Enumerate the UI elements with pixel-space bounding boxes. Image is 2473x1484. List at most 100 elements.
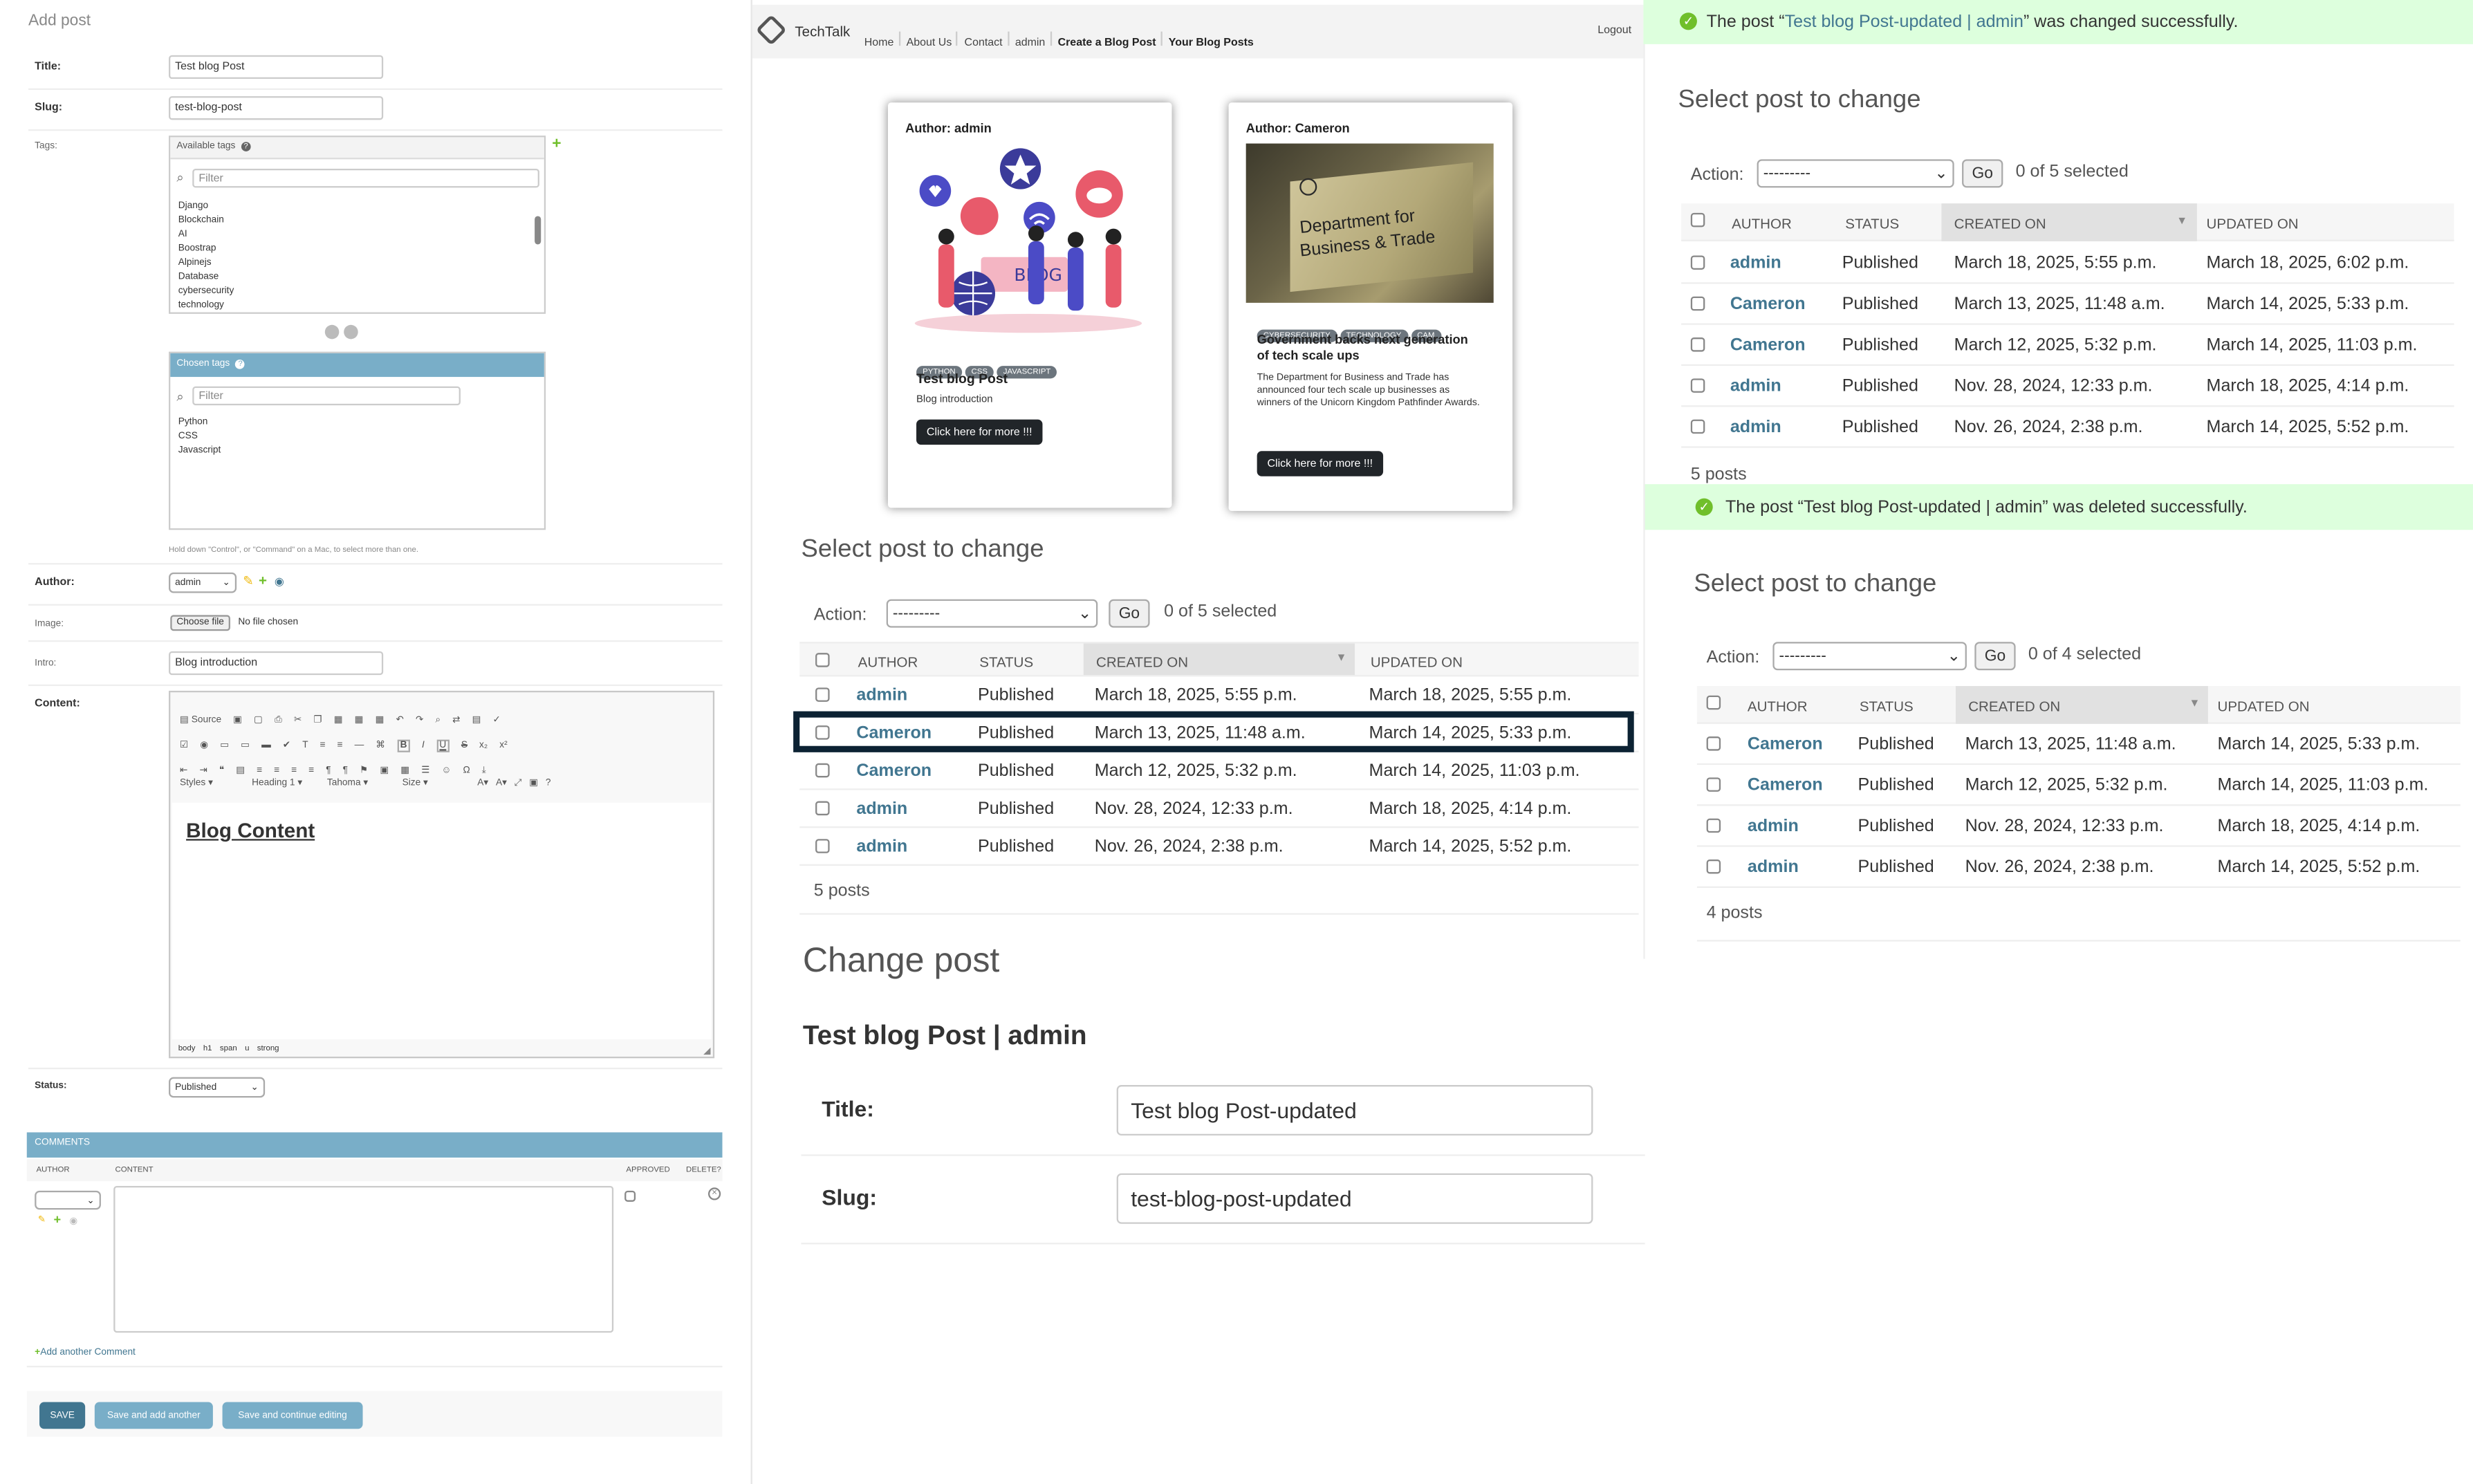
nav-link[interactable]: Create a Blog Post [1058, 38, 1156, 49]
nav-link[interactable]: About Us [907, 38, 952, 49]
change-slug-input[interactable]: test-blog-post-updated [1116, 1173, 1593, 1224]
paste-word-icon[interactable]: ▦ [376, 714, 385, 725]
row-author-link[interactable]: admin [1730, 253, 1781, 272]
row-author-link[interactable]: admin [856, 837, 907, 855]
save-button[interactable]: SAVE [39, 1402, 86, 1429]
show-blocks-icon[interactable]: ▣ [529, 777, 538, 789]
tag-option[interactable]: Python [178, 416, 533, 431]
nav-link[interactable]: Your Blog Posts [1169, 38, 1254, 49]
action-select[interactable]: --------- ⌄ [1757, 159, 1954, 188]
col-author[interactable]: AUTHOR [1748, 698, 1808, 714]
resize-handle-icon[interactable]: ◢ [703, 1046, 711, 1057]
col-created-on[interactable]: CREATED ON [1968, 698, 2060, 714]
paste-text-icon[interactable]: ▦ [355, 714, 364, 725]
format-combo[interactable]: Heading 1 ▾ [252, 777, 324, 789]
row-checkbox[interactable] [1706, 817, 1721, 833]
row-checkbox[interactable] [1690, 254, 1705, 269]
save-continue-editing-button[interactable]: Save and continue editing [222, 1402, 363, 1429]
logo-icon[interactable] [755, 14, 787, 46]
link-icon[interactable]: ⌘ [376, 740, 385, 751]
maximize-icon[interactable]: ⤢ [515, 779, 522, 790]
select-all-checkbox[interactable] [815, 653, 830, 667]
row-checkbox[interactable] [815, 687, 830, 701]
save-add-another-button[interactable]: Save and add another [94, 1402, 213, 1429]
change-title-input[interactable]: Test blog Post-updated [1116, 1085, 1593, 1136]
path-element[interactable]: strong [257, 1044, 279, 1054]
row-checkbox[interactable] [815, 762, 830, 777]
align-left-icon[interactable]: ≡ [257, 766, 262, 776]
font-combo[interactable]: Tahoma ▾ [327, 777, 400, 789]
tag-option[interactable]: Database [178, 271, 533, 286]
edit-pencil-icon[interactable]: ✎ [38, 1214, 46, 1225]
col-created-on[interactable]: CREATED ON [1096, 654, 1188, 670]
select-all-checkbox[interactable] [1690, 212, 1705, 228]
undo-icon[interactable]: ↶ [396, 714, 404, 725]
textarea-icon[interactable]: ▭ [241, 740, 250, 751]
row-author-link[interactable]: Cameron [1730, 294, 1806, 313]
row-author-link[interactable]: admin [1730, 417, 1781, 436]
new-page-icon[interactable]: ▢ [254, 714, 263, 725]
print-icon[interactable]: ⎙ [275, 716, 282, 727]
spellcheck-icon[interactable]: ✓ [493, 714, 501, 725]
action-select[interactable]: --------- ⌄ [1772, 642, 1967, 671]
numbered-list-icon[interactable]: ≡ [320, 741, 326, 751]
language-icon[interactable]: ⚑ [360, 765, 368, 776]
add-another-comment-link[interactable]: +Add another Comment [35, 1348, 136, 1358]
help-icon[interactable]: ? [546, 779, 551, 789]
tag-option[interactable]: Django [178, 201, 533, 215]
tag-option[interactable]: AI [178, 229, 533, 243]
replace-icon[interactable]: ⇄ [452, 714, 460, 725]
row-author-link[interactable]: admin [1748, 857, 1799, 876]
go-button[interactable]: Go [1974, 642, 2016, 671]
checkbox-icon[interactable]: ☑ [180, 740, 188, 751]
delete-row-icon[interactable]: × [707, 1187, 721, 1200]
hr-icon[interactable]: — [355, 741, 364, 751]
justify-icon[interactable]: ≡ [308, 766, 314, 776]
row-checkbox[interactable] [1706, 858, 1721, 873]
sort-arrow-icon[interactable]: ▼ [2189, 698, 2200, 709]
tag-option[interactable]: Alpinejs [178, 257, 533, 272]
styles-combo[interactable]: Styles ▾ [180, 777, 249, 789]
remove-all-icon[interactable] [344, 324, 358, 340]
source-icon[interactable]: ▤ Source [180, 714, 221, 725]
row-checkbox[interactable] [1690, 295, 1705, 310]
path-element[interactable]: body [178, 1044, 196, 1054]
tag-option[interactable]: Javascript [178, 445, 533, 459]
title-input[interactable]: Test blog Post [169, 55, 384, 80]
superscript-icon[interactable]: x² [499, 741, 507, 751]
view-eye-icon[interactable]: ◉ [275, 575, 284, 588]
italic-icon[interactable]: I [422, 741, 425, 751]
row-checkbox[interactable] [1690, 418, 1705, 434]
bg-color-icon[interactable]: A▾ [496, 777, 507, 789]
smiley-icon[interactable]: ☺ [441, 766, 451, 776]
row-author-link[interactable]: Cameron [1748, 775, 1823, 794]
card-read-more-button[interactable]: Click here for more !!! [916, 419, 1043, 445]
row-checkbox[interactable] [815, 800, 830, 815]
row-checkbox[interactable] [1706, 777, 1721, 791]
card-read-more-button[interactable]: Click here for more !!! [1257, 451, 1384, 476]
col-status[interactable]: STATUS [979, 654, 1033, 670]
status-select[interactable]: Published ⌄ [169, 1077, 266, 1098]
row-checkbox[interactable] [1690, 336, 1705, 351]
col-author[interactable]: AUTHOR [858, 654, 918, 670]
col-status[interactable]: STATUS [1860, 698, 1914, 714]
pagebreak-icon[interactable]: ⤓ [482, 766, 486, 777]
remove-format-icon[interactable]: T [302, 741, 308, 751]
select-all-checkbox[interactable] [1706, 695, 1721, 710]
tags-scrollbar[interactable] [535, 201, 542, 311]
size-combo[interactable]: Size ▾ [402, 777, 475, 789]
row-author-link[interactable]: Cameron [856, 761, 932, 779]
col-updated-on[interactable]: UPDATED ON [2207, 216, 2299, 232]
special-char-icon[interactable]: Ω [463, 766, 470, 776]
row-author-link[interactable]: Cameron [1730, 335, 1806, 354]
available-tags-filter[interactable]: Filter [192, 169, 539, 188]
subscript-icon[interactable]: x₂ [479, 741, 488, 751]
row-author-link[interactable]: admin [856, 799, 907, 817]
strike-icon[interactable]: S [461, 741, 467, 751]
row-author-link[interactable]: admin [1748, 816, 1799, 835]
editor-content-area[interactable]: Blog Content [172, 802, 712, 1039]
image-icon[interactable]: ▣ [380, 765, 389, 776]
row-checkbox[interactable] [815, 838, 830, 853]
select-all-icon[interactable]: ▤ [472, 714, 481, 725]
bold-icon[interactable]: B [397, 739, 411, 752]
